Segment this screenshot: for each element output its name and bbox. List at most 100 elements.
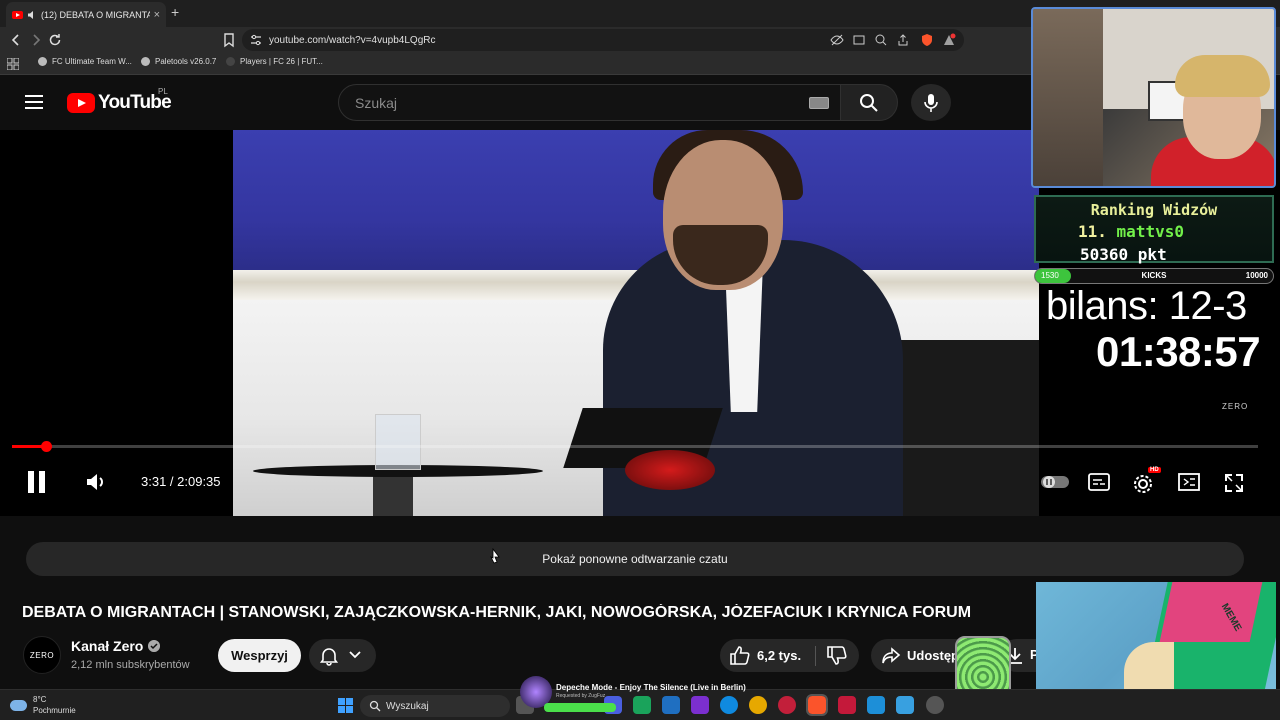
support-button[interactable]: Wesprzyj [218,639,301,672]
speaker-icon[interactable] [27,10,37,20]
like-divider [815,646,816,666]
overlay-pink-shape [1159,582,1263,642]
media-title: Depeche Mode - Enjoy The Silence (Live i… [556,683,746,692]
eye-off-icon[interactable] [830,33,844,47]
like-dislike-group: 6,2 tys. [720,639,859,672]
new-tab-button[interactable]: + [171,4,179,20]
keyboard-icon[interactable] [809,97,829,109]
bookmark-icon[interactable] [221,32,237,48]
stream-timer: 01:38:57 [1096,328,1261,375]
globe-icon [141,57,150,66]
app-blue-icon[interactable] [896,696,914,714]
voice-search-button[interactable] [911,84,951,121]
thumbs-up-icon[interactable] [729,645,751,665]
search-button[interactable] [840,84,898,121]
media-notification[interactable]: Depeche Mode - Enjoy The Silence (Live i… [520,676,746,716]
brave-shield-icon[interactable] [920,33,934,47]
fullscreen-icon[interactable] [1224,473,1244,493]
site-info-icon[interactable] [249,33,263,47]
tab-title: (12) DEBATA O MIGRANTACH [41,9,150,20]
site-icon [226,57,235,66]
bookmark-item[interactable]: Players | FC 26 | FUT... [226,57,323,66]
volume-icon[interactable] [85,472,107,492]
notifications-button[interactable] [309,639,376,672]
share-page-icon[interactable] [896,33,910,47]
reload-icon[interactable] [47,32,63,48]
url-text: youtube.com/watch?v=4vupb4LQgRc [269,34,436,46]
channel-watermark: ZERO [1222,402,1249,411]
autoplay-toggle-icon[interactable] [1040,474,1070,490]
brave-icon[interactable] [806,694,828,716]
ranking-position: 11. [1078,222,1107,241]
table-leg [373,475,413,516]
webcam-shelf [1033,9,1103,186]
verified-check-icon [148,640,160,652]
subscriber-count: 2,12 mln subskrybentów [71,659,190,671]
windows-start-icon[interactable] [338,698,353,713]
youtube-favicon-icon [12,10,23,19]
back-icon[interactable] [8,32,24,48]
water-glass [375,414,421,470]
bookmark-item[interactable]: FC Ultimate Team W... [38,57,132,66]
time-display: 3:31 / 2:09:35 [141,474,221,489]
weather-text: 8°C Pochmurnie [33,694,76,716]
kicks-label: KICKS [1141,271,1167,280]
subtitles-icon[interactable] [1088,473,1110,491]
country-code: PL [158,87,168,96]
pause-icon[interactable] [26,470,48,494]
viewer-ranking-panel: Ranking Widzów 11. mattvs0 50360 pkt [1034,195,1274,264]
miniplayer-icon[interactable] [1178,473,1200,491]
temperature: 8°C [33,695,47,704]
ranking-line: 11. mattvs0 [1078,222,1184,241]
chevron-down-icon [349,651,361,659]
opera-icon[interactable] [778,696,796,714]
vivaldi-icon[interactable] [838,696,856,714]
ranking-title: Ranking Widzów [1090,201,1218,219]
led-wall-background [233,130,1039,280]
screen: (12) DEBATA O MIGRANTACH × + youtube.com… [0,0,1280,720]
tablet-logo [625,450,715,490]
video-title: DEBATA O MIGRANTACH | STANOWSKI, ZAJĄCZK… [22,604,972,621]
globe-icon [38,57,47,66]
apps-grid-icon[interactable] [7,58,19,70]
zoom-icon[interactable] [874,33,888,47]
weather-condition: Pochmurnie [33,706,76,715]
settings-app-icon[interactable] [926,696,944,714]
thumbs-down-icon[interactable] [826,646,848,666]
media-requested-by: Requested by ZugFuz [556,693,606,699]
ranking-points: 50360 pkt [1080,245,1167,264]
weather-widget[interactable]: 8°C Pochmurnie [10,694,76,716]
search-icon [369,700,381,712]
channel-avatar[interactable]: ZERO [23,636,61,674]
menu-icon[interactable] [25,95,43,109]
youtube-logo[interactable]: YouTube PL [67,87,172,114]
hd-badge: HD [1148,467,1161,473]
taskbar-search-label: Wyszukaj [386,700,429,712]
kicks-goal: 10000 [1245,271,1268,280]
show-chat-replay-button[interactable]: Pokaż ponowne odtwarzanie czatu [26,542,1244,576]
share-arrow-icon [882,647,901,664]
streamer-webcam [1031,7,1276,188]
settings-gear-icon[interactable] [1132,471,1156,495]
browser-tab[interactable]: (12) DEBATA O MIGRANTACH × [6,2,166,27]
cast-icon[interactable] [852,33,866,47]
forward-icon[interactable] [28,32,44,48]
match-balance: bilans: 12-3 [1046,284,1247,328]
address-bar[interactable]: youtube.com/watch?v=4vupb4LQgRc [242,29,964,51]
search-input[interactable]: Szukaj [338,84,848,121]
kicks-goal-bar: 1530 KICKS 10000 [1034,268,1274,284]
search-icon [860,94,878,112]
taskbar-search[interactable]: Wyszukaj [360,695,510,717]
progress-bar[interactable] [12,445,1258,448]
explorer-icon[interactable] [867,696,885,714]
channel-name[interactable]: Kanał Zero [71,638,143,654]
youtube-play-icon [67,93,95,113]
video-frame[interactable] [233,130,1039,516]
mouse-cursor-icon [490,548,500,564]
bookmark-item[interactable]: Paletools v26.0.7 [141,57,216,66]
chrome-icon[interactable] [749,696,767,714]
brave-rewards-icon[interactable] [942,33,956,47]
tab-close-icon[interactable]: × [154,9,160,21]
media-progress-pill [544,703,616,712]
progress-scrubber[interactable] [41,441,52,452]
